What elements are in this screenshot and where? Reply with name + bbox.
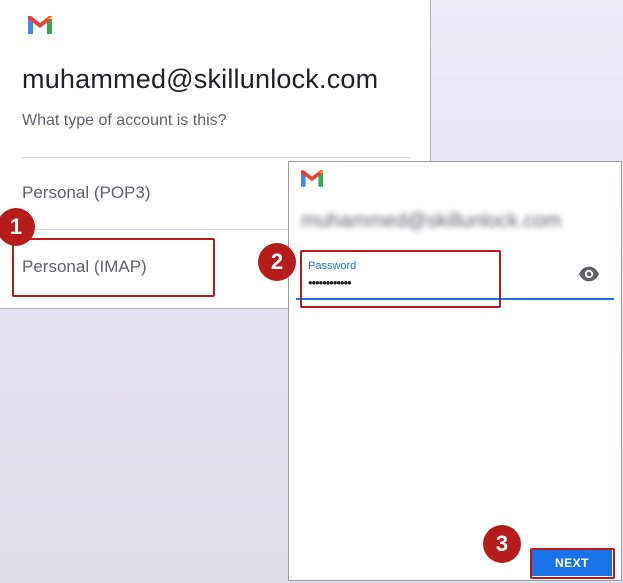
eye-icon[interactable] bbox=[578, 266, 600, 282]
gmail-logo-icon bbox=[28, 16, 52, 34]
imap-highlight-box bbox=[12, 238, 215, 297]
password-panel: muhammed@skillunlock.com Password ••••••… bbox=[288, 161, 622, 581]
step-badge-3: 3 bbox=[483, 525, 521, 563]
blurred-account-email: muhammed@skillunlock.com bbox=[301, 210, 562, 232]
gmail-logo-icon bbox=[301, 170, 323, 187]
account-email-title: muhammed@skillunlock.com bbox=[22, 64, 379, 94]
password-highlight-box bbox=[300, 250, 501, 308]
divider bbox=[22, 157, 410, 158]
next-highlight-box bbox=[530, 548, 615, 579]
account-type-prompt: What type of account is this? bbox=[22, 112, 227, 129]
option-personal-pop3[interactable]: Personal (POP3) bbox=[22, 183, 151, 203]
step-badge-2: 2 bbox=[258, 243, 296, 281]
